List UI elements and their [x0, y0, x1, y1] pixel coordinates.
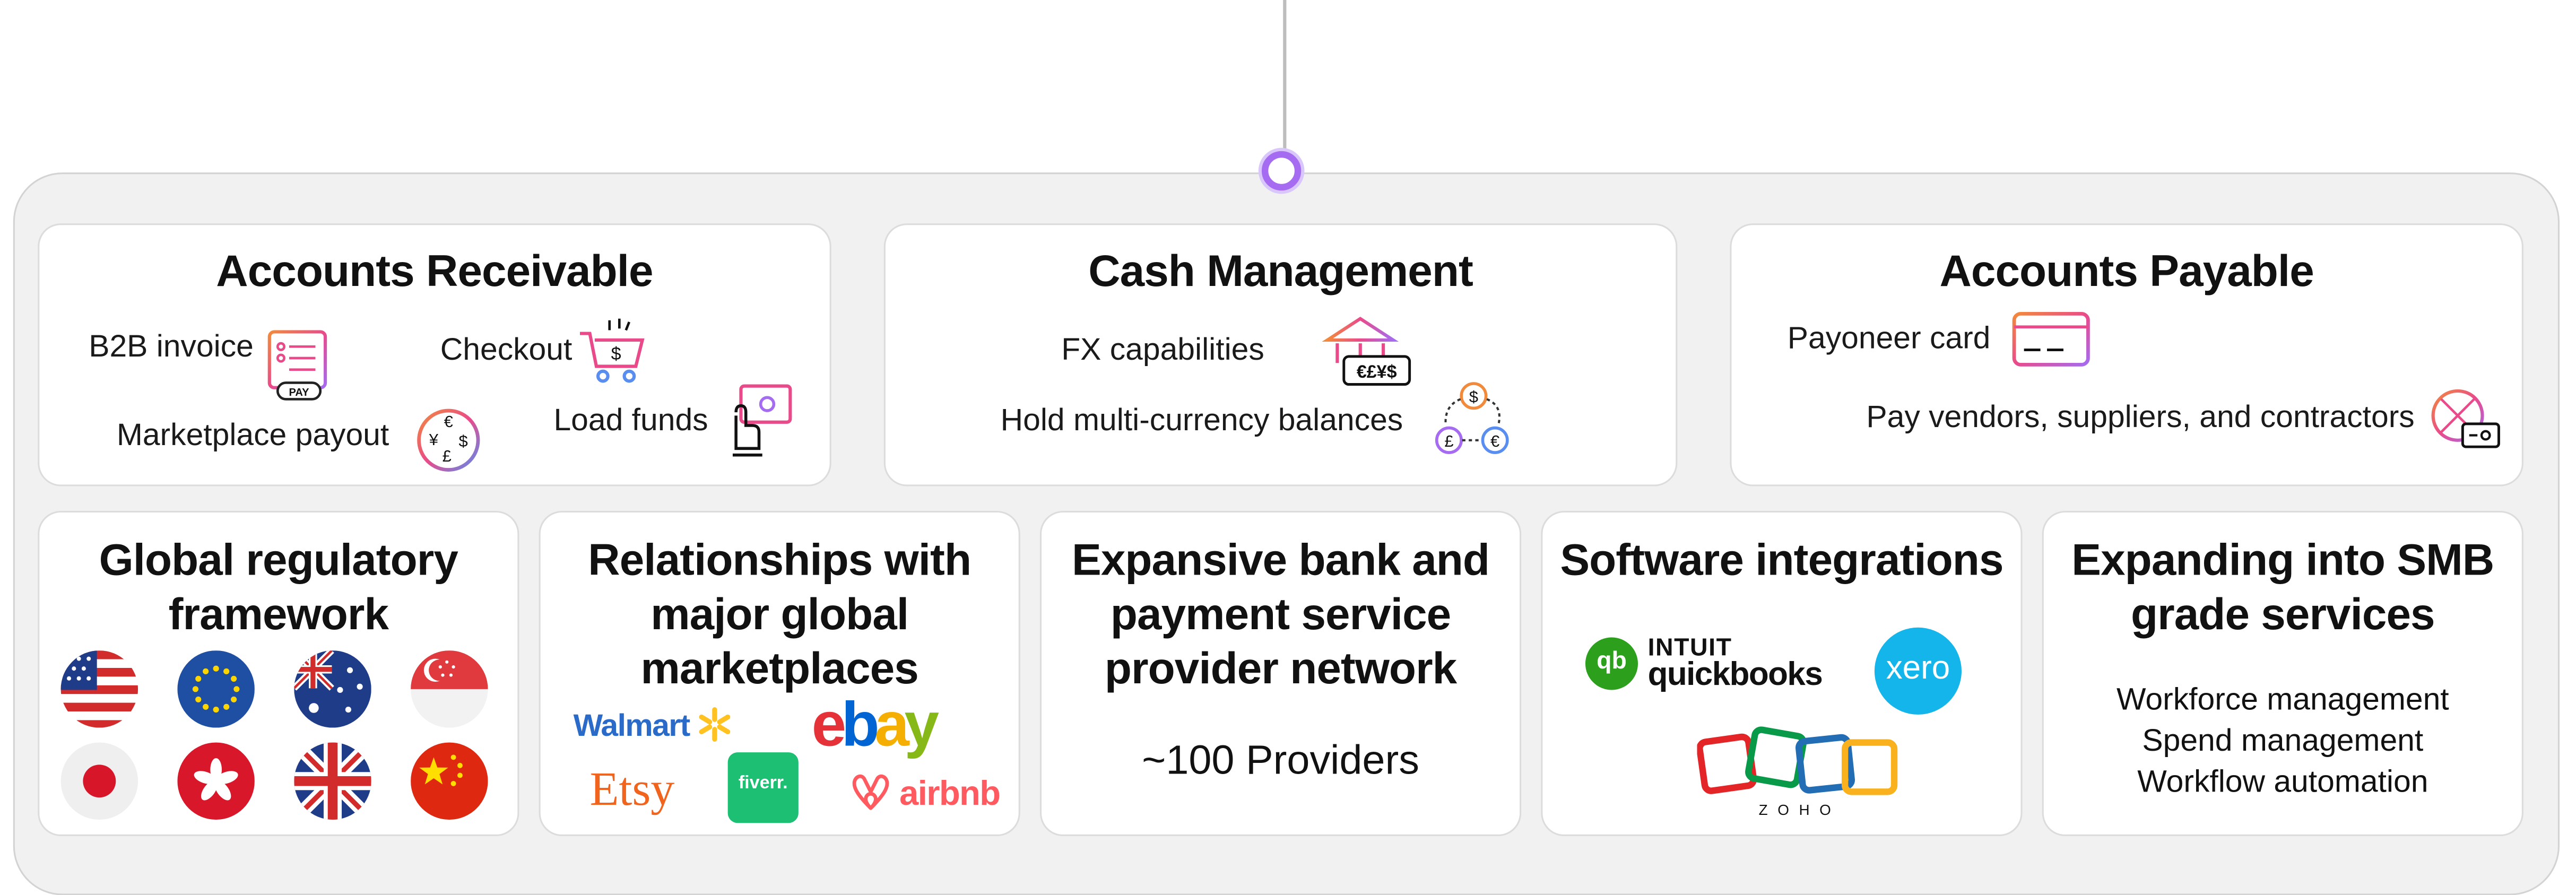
marketplace-payout-label: Marketplace payout [116, 419, 389, 454]
service-item: Workforce management [2116, 683, 2449, 718]
card-title-line2: major global [650, 589, 909, 639]
payoneer-card-label: Payoneer card [1787, 321, 1991, 357]
card-title-line2: framework [168, 589, 389, 639]
card-title-line2: grade services [2130, 589, 2435, 639]
bank-network-card: Expansive bank and payment service provi… [1039, 510, 1522, 837]
hong-kong-flag-icon [177, 742, 255, 820]
accounts-receivable-card: Accounts Receivable B2B invoice PAY Chec… [38, 223, 831, 486]
quickbooks-wordmark: quickbooks [1647, 657, 1823, 693]
shopping-cart-icon: $ [577, 317, 649, 395]
etsy-logo: Etsy [589, 763, 675, 816]
card-title-line3: marketplaces [640, 644, 919, 693]
card-title-line1: Relationships with [588, 535, 972, 585]
svg-text:¥: ¥ [429, 430, 439, 449]
walmart-logo: Walmart [574, 706, 733, 745]
singapore-flag-icon [411, 650, 488, 728]
airbnb-logo: airbnb [849, 769, 1001, 815]
invoice-icon: PAY [265, 328, 334, 409]
card-title: Accounts Receivable [216, 246, 653, 296]
card-icon [2011, 310, 2093, 378]
multi-currency-icon: $ £ € [1431, 379, 1516, 466]
connector-line [1282, 0, 1286, 158]
card-title-line3: provider network [1104, 644, 1457, 693]
service-item: Spend management [2142, 724, 2424, 759]
invoice-pay-text: PAY [289, 387, 310, 398]
airbnb-belo-icon [852, 774, 889, 810]
pay-vendors-icon [2430, 388, 2502, 462]
svg-text:$: $ [611, 344, 621, 364]
card-title-line2: payment service [1110, 589, 1451, 639]
australia-flag-icon [294, 650, 371, 728]
zoho-wordmark: ZOHO [1758, 801, 1841, 818]
card-title-line1: Expansive bank and [1071, 535, 1490, 585]
software-card: Software integrations qb INTUIT quickboo… [1541, 510, 2023, 837]
ebay-letter-b: b [841, 691, 880, 761]
xero-wordmark: xero [1886, 650, 1950, 687]
card-title: Cash Management [1088, 246, 1473, 296]
connector-node [1261, 151, 1302, 191]
eu-flag-icon [177, 650, 255, 728]
china-flag-icon [411, 742, 488, 820]
fx-capabilities-label: FX capabilities [1061, 333, 1264, 368]
zoho-squares-icon [1696, 726, 1898, 795]
bank-icon: €£¥$ [1321, 314, 1412, 397]
fiverr-logo: fiverr. [727, 752, 799, 823]
airbnb-wordmark: airbnb [899, 775, 1001, 813]
quickbooks-mark-text: qb [1597, 647, 1627, 675]
svg-text:€: € [1490, 432, 1499, 450]
bank-currencies-text: €£¥$ [1357, 362, 1397, 382]
multi-currency-label: Hold multi-currency balances [1000, 404, 1403, 439]
checkout-label: Checkout [440, 333, 573, 368]
currency-exchange-icon: € ¥ $ £ [414, 406, 483, 483]
accounts-payable-card: Accounts Payable Payoneer card Pay vendo… [1730, 223, 2523, 486]
svg-text:$: $ [1469, 388, 1478, 406]
card-title: Accounts Payable [1939, 246, 2314, 296]
svg-text:€: € [444, 412, 453, 431]
japan-flag-icon [60, 742, 138, 820]
smb-card: Expanding into SMB grade services Workfo… [2042, 510, 2523, 837]
walmart-spark-icon [699, 707, 731, 742]
card-title-line1: Global regulatory [99, 535, 458, 585]
zoho-logo: ZOHO [1696, 726, 1902, 818]
usa-flag-icon [60, 650, 138, 728]
ebay-letter-a: a [874, 691, 909, 761]
ebay-letter-e: e [811, 691, 847, 761]
pay-vendors-label: Pay vendors, suppliers, and contractors [1866, 401, 2415, 436]
load-funds-icon [726, 383, 795, 466]
walmart-wordmark: Walmart [573, 709, 691, 744]
svg-text:£: £ [1444, 432, 1453, 450]
marketplaces-card: Relationships with major global marketpl… [539, 510, 1020, 837]
diagram-stage: Accounts Receivable B2B invoice PAY Chec… [0, 0, 2576, 895]
svg-text:£: £ [443, 447, 452, 465]
svg-text:$: $ [459, 432, 468, 450]
xero-logo: xero [1874, 627, 1962, 715]
card-title: Software integrations [1560, 535, 2003, 585]
providers-count: ~100 Providers [1142, 737, 1419, 784]
b2b-invoice-label: B2B invoice [89, 330, 254, 365]
ebay-logo: ebay [811, 690, 940, 762]
ebay-letter-y: y [904, 691, 940, 761]
fiverr-wordmark: fiverr. [738, 774, 788, 794]
uk-flag-icon [294, 742, 371, 820]
cash-management-card: Cash Management FX capabilities €£¥$ Hol… [883, 223, 1678, 486]
service-item: Workflow automation [2137, 765, 2428, 800]
load-funds-label: Load funds [553, 404, 708, 439]
quickbooks-mark-icon: qb [1585, 637, 1638, 690]
card-title-line1: Expanding into SMB [2071, 535, 2494, 585]
regulatory-card: Global regulatory framework [38, 510, 519, 837]
